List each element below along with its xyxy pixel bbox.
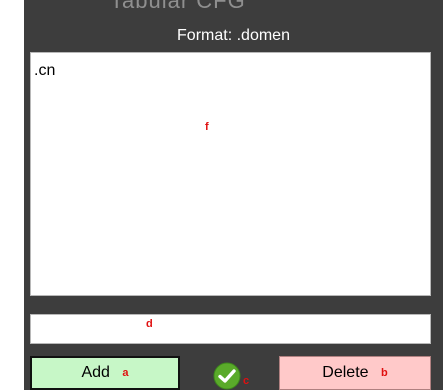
delete-button[interactable]: Delete b (279, 356, 431, 390)
add-button[interactable]: Add a (30, 356, 180, 390)
list-item[interactable]: .cn (34, 62, 55, 80)
check-circle-icon[interactable] (213, 362, 241, 390)
domain-listbox[interactable]: .cn f (30, 52, 431, 296)
add-button-label: Add (81, 364, 110, 381)
delete-button-label: Delete (322, 364, 369, 381)
annotation-marker-f: f (205, 121, 209, 133)
format-hint-label: Format: .domen (177, 27, 290, 44)
annotation-marker-c: c (243, 375, 250, 387)
annotation-marker-d: d (146, 318, 153, 330)
domain-input[interactable] (30, 314, 431, 344)
annotation-marker-b: b (380, 366, 388, 379)
window-title: Tabular CFG (110, 0, 246, 13)
domain-config-panel: Tabular CFG Format: .domen .cn f d Add a… (24, 0, 443, 390)
annotation-marker-a: a (122, 366, 129, 379)
